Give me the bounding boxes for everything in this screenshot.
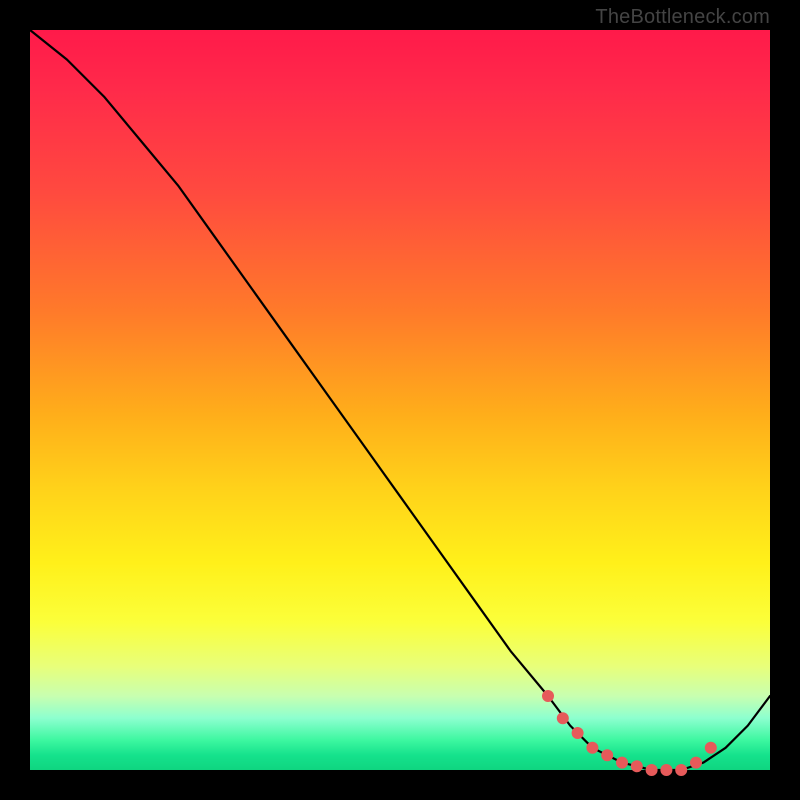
marker-dot bbox=[646, 764, 658, 776]
marker-dot bbox=[616, 757, 628, 769]
marker-dot bbox=[631, 760, 643, 772]
marker-dot bbox=[675, 764, 687, 776]
bottleneck-curve bbox=[30, 30, 770, 770]
optimal-range-dots bbox=[542, 690, 717, 776]
marker-dot bbox=[542, 690, 554, 702]
marker-dot bbox=[572, 727, 584, 739]
marker-dot bbox=[705, 742, 717, 754]
marker-dot bbox=[660, 764, 672, 776]
chart-frame: TheBottleneck.com bbox=[0, 0, 800, 800]
attribution-label: TheBottleneck.com bbox=[595, 6, 770, 29]
marker-dot bbox=[690, 757, 702, 769]
plot-svg bbox=[30, 30, 770, 770]
plot-gradient-area bbox=[30, 30, 770, 770]
marker-dot bbox=[557, 712, 569, 724]
marker-dot bbox=[601, 749, 613, 761]
marker-dot bbox=[586, 742, 598, 754]
